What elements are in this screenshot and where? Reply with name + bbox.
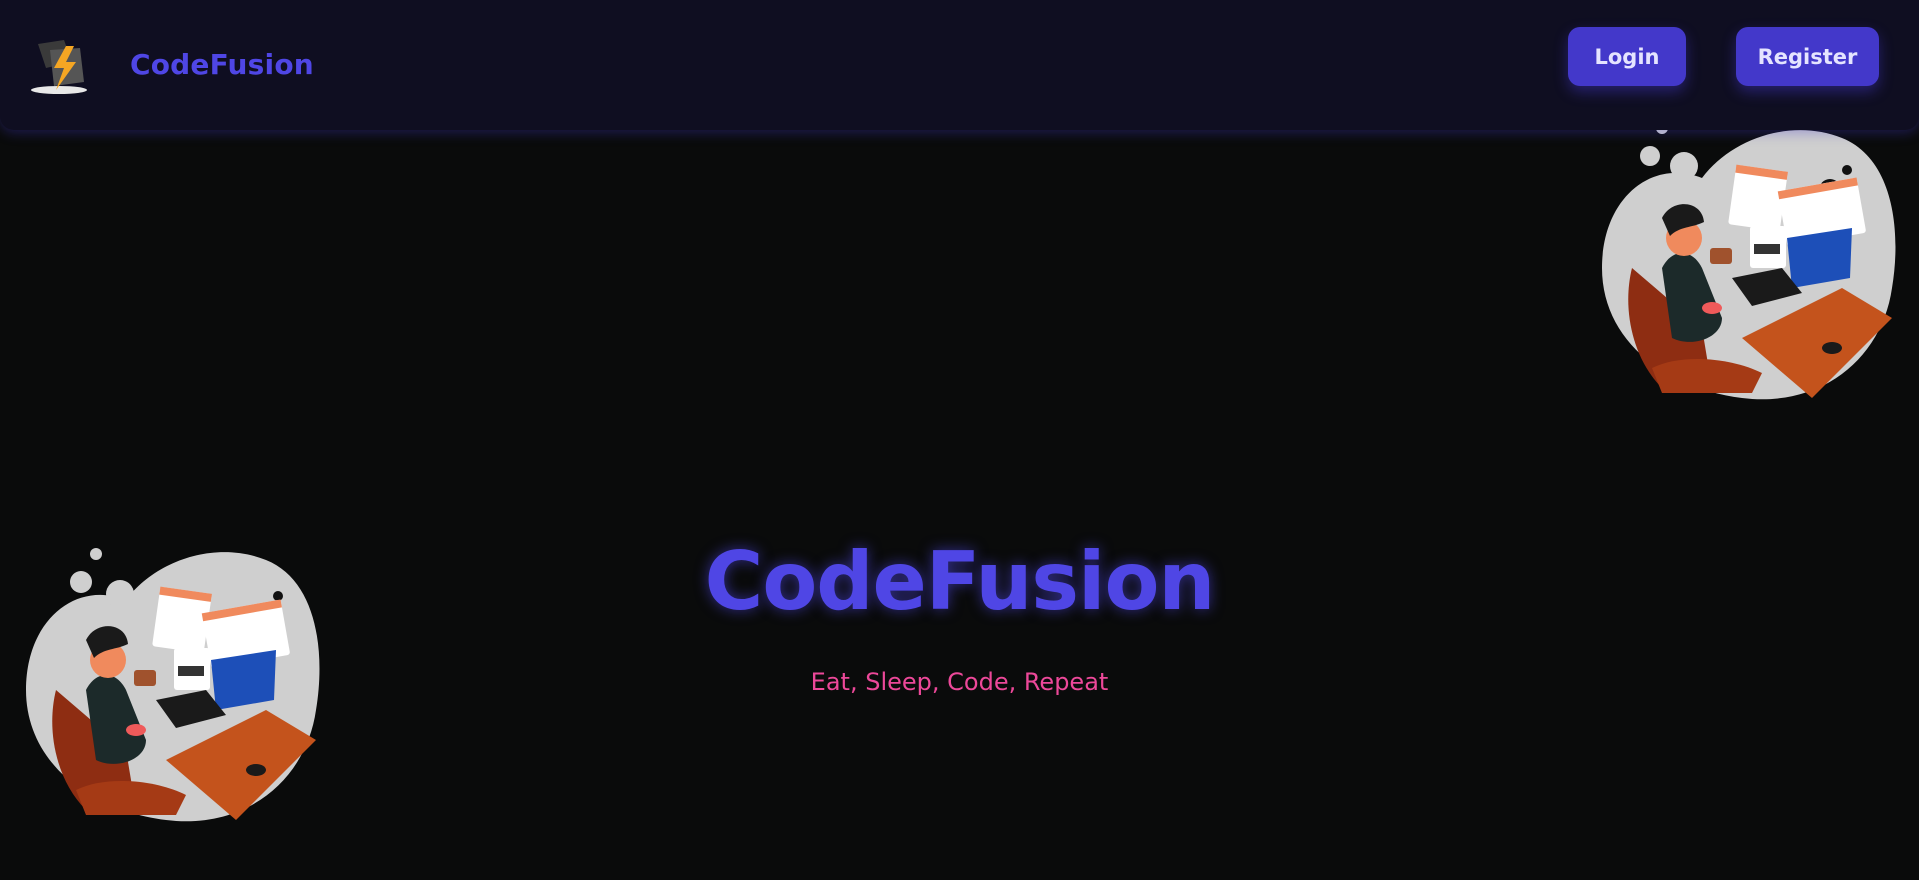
login-button[interactable]: Login — [1568, 27, 1686, 86]
hero-tagline: Eat, Sleep, Code, Repeat — [810, 668, 1109, 696]
brand-name[interactable]: CodeFusion — [130, 48, 314, 81]
developer-at-desk-illustration — [1602, 122, 1896, 400]
lightning-logo-icon[interactable] — [28, 38, 90, 96]
hero-title: CodeFusion — [704, 535, 1216, 628]
register-button[interactable]: Register — [1736, 27, 1879, 86]
navbar: CodeFusion Login Register — [0, 0, 1919, 130]
